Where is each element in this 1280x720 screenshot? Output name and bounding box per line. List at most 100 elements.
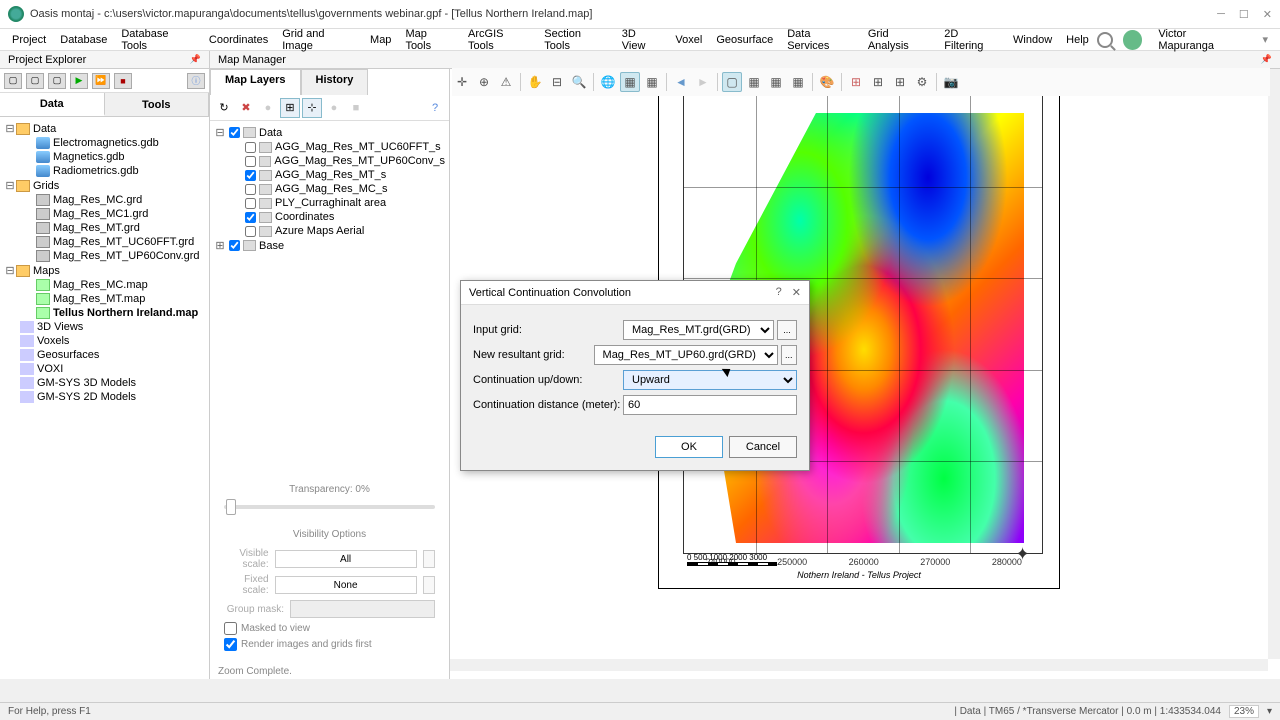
distance-input[interactable] [623, 395, 797, 415]
nav-back-icon[interactable]: ◄ [671, 72, 691, 92]
layer-checkbox[interactable] [245, 198, 256, 209]
open-icon[interactable]: ▢ [26, 73, 44, 89]
menu-data-services[interactable]: Data Services [781, 26, 860, 54]
tab-history[interactable]: History [301, 69, 369, 95]
dialog-help-icon[interactable]: ? [776, 286, 782, 299]
visible-scale-input[interactable] [275, 550, 417, 568]
layer-tree[interactable]: ⊟Data AGG_Mag_Res_MT_UC60FFT_s AGG_Mag_R… [210, 121, 449, 257]
tree-item[interactable]: Magnetics.gdb [53, 151, 125, 163]
menu-help[interactable]: Help [1060, 32, 1095, 48]
tab-map-layers[interactable]: Map Layers [210, 69, 301, 95]
menu-grid-image[interactable]: Grid and Image [276, 26, 362, 54]
pin-icon[interactable]: 📌 [1261, 54, 1272, 65]
zoom-in-icon[interactable]: 🔍 [569, 72, 589, 92]
tree-item[interactable]: Mag_Res_MT_UP60Conv.grd [53, 250, 200, 262]
tree-gmsys3d[interactable]: GM-SYS 3D Models [37, 377, 136, 389]
menu-3d-view[interactable]: 3D View [616, 26, 668, 54]
updown-select[interactable]: Upward [623, 370, 797, 390]
close-button[interactable]: ✕ [1263, 8, 1272, 21]
browse-button[interactable]: ... [777, 320, 797, 340]
save-icon[interactable]: ▢ [48, 73, 66, 89]
layer-item[interactable]: PLY_Curraghinalt area [275, 197, 386, 209]
project-tree[interactable]: ⊟ Data Electromagnetics.gdb Magnetics.gdb… [0, 117, 209, 679]
expand-icon[interactable]: ⊟ [4, 264, 16, 277]
tree-voxels[interactable]: Voxels [37, 335, 69, 347]
grid1-icon[interactable]: ⊞ [846, 72, 866, 92]
tree-item[interactable]: Mag_Res_MT.grd [53, 222, 140, 234]
group-mask-input[interactable] [290, 600, 435, 618]
tree-item[interactable]: Mag_Res_MC.grd [53, 194, 142, 206]
layer-item[interactable]: AGG_Mag_Res_MC_s [275, 183, 388, 195]
tree-item[interactable]: Mag_Res_MC.map [53, 279, 148, 291]
cancel-button[interactable]: Cancel [729, 436, 797, 458]
user-avatar[interactable] [1123, 30, 1143, 50]
refresh-icon[interactable]: ↻ [214, 98, 234, 118]
render-first-checkbox[interactable] [224, 638, 237, 651]
camera-icon[interactable]: 📷 [941, 72, 961, 92]
cursor-icon[interactable]: ✛ [452, 72, 472, 92]
globe-icon[interactable]: 🌐 [598, 72, 618, 92]
zoom-out-icon[interactable]: ⊟ [547, 72, 567, 92]
window-arrange-icon[interactable]: ▦ [788, 72, 808, 92]
search-icon[interactable] [1097, 32, 1113, 48]
menu-database-tools[interactable]: Database Tools [115, 26, 201, 54]
stop-icon[interactable]: ■ [114, 73, 132, 89]
window-single-icon[interactable]: ▢ [722, 72, 742, 92]
menu-map-tools[interactable]: Map Tools [399, 26, 460, 54]
pan-icon[interactable]: ✋ [525, 72, 545, 92]
tree-item[interactable]: Mag_Res_MC1.grd [53, 208, 148, 220]
vertical-scrollbar[interactable] [1268, 69, 1280, 659]
layer-item[interactable]: Coordinates [275, 211, 334, 223]
dialog-close-icon[interactable]: ✕ [792, 286, 801, 299]
menu-section-tools[interactable]: Section Tools [538, 26, 613, 54]
expand-icon[interactable]: ⊞ [214, 239, 226, 252]
menu-window[interactable]: Window [1007, 32, 1058, 48]
tree-item[interactable]: Electromagnetics.gdb [53, 137, 159, 149]
zoom-dropdown-icon[interactable]: ▾ [1267, 706, 1272, 717]
fixed-scale-input[interactable] [275, 576, 417, 594]
tree-item-active[interactable]: Tellus Northern Ireland.map [53, 307, 198, 319]
zoom-level[interactable]: 23% [1229, 705, 1259, 718]
horizontal-scrollbar[interactable] [450, 659, 1268, 671]
expand-icon[interactable]: ⊟ [214, 126, 226, 139]
tree-grids[interactable]: Grids [33, 180, 59, 192]
layer-checkbox[interactable] [245, 142, 256, 153]
menu-project[interactable]: Project [6, 32, 52, 48]
transparency-slider[interactable] [224, 505, 435, 509]
layer-item[interactable]: AGG_Mag_Res_MT_UP60Conv_s [274, 155, 445, 167]
maximize-button[interactable]: ☐ [1239, 8, 1249, 21]
new-icon[interactable]: ▢ [4, 73, 22, 89]
help-icon[interactable]: ? [425, 98, 445, 118]
grid3-icon[interactable]: ⊞ [890, 72, 910, 92]
info-icon[interactable]: ⓘ [187, 73, 205, 89]
tree-item[interactable]: Mag_Res_MT.map [53, 293, 145, 305]
menu-2d-filtering[interactable]: 2D Filtering [938, 26, 1005, 54]
warning-icon[interactable]: ⚠ [496, 72, 516, 92]
tree-item[interactable]: Mag_Res_MT_UC60FFT.grd [53, 236, 194, 248]
layer-item[interactable]: AGG_Mag_Res_MT_s [275, 169, 386, 181]
grid-mode-icon[interactable]: ⊞ [280, 98, 300, 118]
tree-voxi[interactable]: VOXI [37, 363, 63, 375]
tab-tools[interactable]: Tools [105, 93, 210, 116]
tree-item[interactable]: Radiometrics.gdb [53, 165, 139, 177]
layer-data[interactable]: Data [259, 127, 282, 139]
gear-icon[interactable]: ⚙ [912, 72, 932, 92]
expand-icon[interactable]: ⊟ [4, 122, 16, 135]
masked-checkbox[interactable] [224, 622, 237, 635]
tree-mode-icon[interactable]: ⊹ [302, 98, 322, 118]
tree-data[interactable]: Data [33, 123, 56, 135]
grid2-icon[interactable]: ⊞ [868, 72, 888, 92]
menu-grid-analysis[interactable]: Grid Analysis [862, 26, 936, 54]
menu-database[interactable]: Database [54, 32, 113, 48]
tree-geosurfaces[interactable]: Geosurfaces [37, 349, 99, 361]
browse-button[interactable]: ... [781, 345, 797, 365]
layer-checkbox[interactable] [229, 240, 240, 251]
tree-3dviews[interactable]: 3D Views [37, 321, 83, 333]
layer-base[interactable]: Base [259, 240, 284, 252]
window-tile-icon[interactable]: ▦ [744, 72, 764, 92]
layer-item[interactable]: Azure Maps Aerial [275, 225, 364, 237]
delete-icon[interactable]: ✖ [236, 98, 256, 118]
layer-checkbox[interactable] [245, 212, 256, 223]
menu-geosurface[interactable]: Geosurface [710, 32, 779, 48]
tree-maps[interactable]: Maps [33, 265, 60, 277]
